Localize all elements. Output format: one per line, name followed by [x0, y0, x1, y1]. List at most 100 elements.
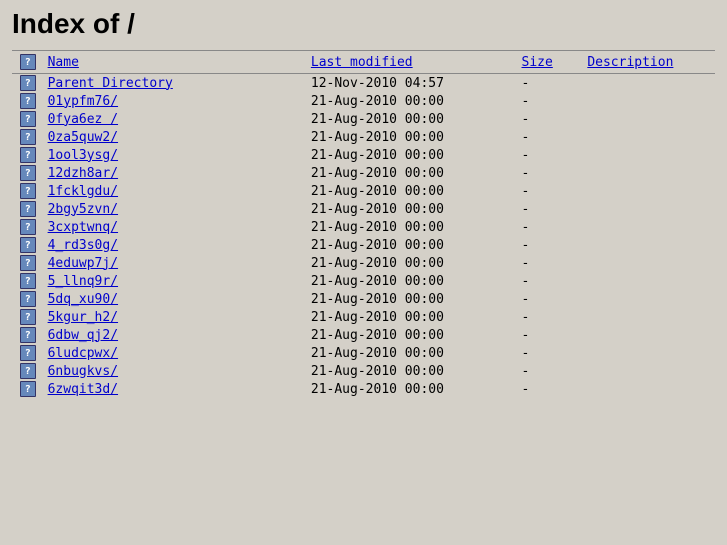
- folder-icon: ?: [20, 129, 36, 145]
- folder-icon: ?: [20, 183, 36, 199]
- table-row: ? 0za5quw2/21-Aug-2010 00:00-: [12, 128, 715, 146]
- col-header-name[interactable]: Name: [44, 51, 307, 74]
- sort-size-link[interactable]: Size: [522, 55, 553, 70]
- folder-icon: ?: [20, 381, 36, 397]
- row-modified: 21-Aug-2010 00:00: [307, 290, 518, 308]
- header-icon-cell: ?: [12, 51, 44, 74]
- row-icon-cell: ?: [12, 182, 44, 200]
- row-size: -: [518, 380, 584, 398]
- row-name[interactable]: 0za5quw2/: [44, 128, 307, 146]
- row-name[interactable]: 0fya6ez /: [44, 110, 307, 128]
- row-size: -: [518, 290, 584, 308]
- row-name[interactable]: Parent Directory: [44, 74, 307, 93]
- folder-icon: ?: [20, 237, 36, 253]
- row-size: -: [518, 236, 584, 254]
- file-link[interactable]: 12dzh8ar/: [48, 166, 118, 181]
- row-modified: 21-Aug-2010 00:00: [307, 200, 518, 218]
- row-name[interactable]: 12dzh8ar/: [44, 164, 307, 182]
- row-icon-cell: ?: [12, 110, 44, 128]
- folder-icon: ?: [20, 327, 36, 343]
- header-icon: ?: [20, 54, 36, 70]
- row-modified: 21-Aug-2010 00:00: [307, 164, 518, 182]
- row-modified: 21-Aug-2010 00:00: [307, 218, 518, 236]
- folder-icon: ?: [20, 93, 36, 109]
- file-link[interactable]: 0za5quw2/: [48, 130, 118, 145]
- file-link[interactable]: 6ludcpwx/: [48, 346, 118, 361]
- row-description: [583, 308, 715, 326]
- row-name[interactable]: 1ool3ysg/: [44, 146, 307, 164]
- row-size: -: [518, 128, 584, 146]
- row-name[interactable]: 6ludcpwx/: [44, 344, 307, 362]
- folder-icon: ?: [20, 345, 36, 361]
- table-row: ?1fcklgdu/21-Aug-2010 00:00-: [12, 182, 715, 200]
- file-link[interactable]: Parent Directory: [48, 76, 173, 91]
- file-link[interactable]: 01ypfm76/: [48, 94, 118, 109]
- file-link[interactable]: 2bgy5zvn/: [48, 202, 118, 217]
- row-name[interactable]: 2bgy5zvn/: [44, 200, 307, 218]
- row-description: [583, 326, 715, 344]
- row-icon-cell: ?: [12, 164, 44, 182]
- row-size: -: [518, 200, 584, 218]
- row-description: [583, 128, 715, 146]
- sort-modified-link[interactable]: Last modified: [311, 55, 413, 70]
- row-name[interactable]: 6nbugkvs/: [44, 362, 307, 380]
- row-modified: 21-Aug-2010 00:00: [307, 272, 518, 290]
- file-link[interactable]: 5_llnq9r/: [48, 274, 118, 289]
- row-size: -: [518, 110, 584, 128]
- col-header-size[interactable]: Size: [518, 51, 584, 74]
- row-name[interactable]: 4eduwp7j/: [44, 254, 307, 272]
- file-link[interactable]: 3cxptwnq/: [48, 220, 118, 235]
- file-link[interactable]: 0fya6ez /: [48, 112, 118, 127]
- sort-desc-link[interactable]: Description: [587, 55, 673, 70]
- file-link[interactable]: 6nbugkvs/: [48, 364, 118, 379]
- col-header-description[interactable]: Description: [583, 51, 715, 74]
- row-name[interactable]: 4_rd3s0g/: [44, 236, 307, 254]
- row-modified: 21-Aug-2010 00:00: [307, 326, 518, 344]
- table-row: ? 6zwqit3d/21-Aug-2010 00:00-: [12, 380, 715, 398]
- table-row: ?5dq_xu90/21-Aug-2010 00:00-: [12, 290, 715, 308]
- file-link[interactable]: 1fcklgdu/: [48, 184, 118, 199]
- row-description: [583, 290, 715, 308]
- row-size: -: [518, 272, 584, 290]
- row-name[interactable]: 01ypfm76/: [44, 92, 307, 110]
- row-description: [583, 218, 715, 236]
- row-icon-cell: ?: [12, 380, 44, 398]
- table-row: ?5kgur_h2/21-Aug-2010 00:00-: [12, 308, 715, 326]
- row-size: -: [518, 326, 584, 344]
- row-modified: 21-Aug-2010 00:00: [307, 128, 518, 146]
- file-link[interactable]: 6zwqit3d/: [48, 382, 118, 397]
- file-link[interactable]: 6dbw_qj2/: [48, 328, 118, 343]
- folder-icon: ?: [20, 309, 36, 325]
- table-row: ? 6dbw_qj2/21-Aug-2010 00:00-: [12, 326, 715, 344]
- col-header-modified[interactable]: Last modified: [307, 51, 518, 74]
- row-name[interactable]: 6zwqit3d/: [44, 380, 307, 398]
- row-modified: 21-Aug-2010 00:00: [307, 236, 518, 254]
- file-link[interactable]: 5kgur_h2/: [48, 310, 118, 325]
- row-name[interactable]: 3cxptwnq/: [44, 218, 307, 236]
- row-description: [583, 110, 715, 128]
- row-icon-cell: ?: [12, 92, 44, 110]
- file-link[interactable]: 4eduwp7j/: [48, 256, 118, 271]
- row-icon-cell: ?: [12, 74, 44, 93]
- row-name[interactable]: 6dbw_qj2/: [44, 326, 307, 344]
- row-icon-cell: ?: [12, 218, 44, 236]
- row-description: [583, 146, 715, 164]
- sort-name-link[interactable]: Name: [48, 55, 79, 70]
- file-link[interactable]: 1ool3ysg/: [48, 148, 118, 163]
- folder-icon: ?: [20, 219, 36, 235]
- row-name[interactable]: 5kgur_h2/: [44, 308, 307, 326]
- file-link[interactable]: 5dq_xu90/: [48, 292, 118, 307]
- row-size: -: [518, 74, 584, 93]
- row-icon-cell: ?: [12, 344, 44, 362]
- row-name[interactable]: 1fcklgdu/: [44, 182, 307, 200]
- row-modified: 21-Aug-2010 00:00: [307, 380, 518, 398]
- folder-icon: ?: [20, 75, 36, 91]
- row-name[interactable]: 5_llnq9r/: [44, 272, 307, 290]
- row-modified: 21-Aug-2010 00:00: [307, 110, 518, 128]
- file-link[interactable]: 4_rd3s0g/: [48, 238, 118, 253]
- row-name[interactable]: 5dq_xu90/: [44, 290, 307, 308]
- table-row: ? 4_rd3s0g/21-Aug-2010 00:00-: [12, 236, 715, 254]
- row-description: [583, 254, 715, 272]
- row-description: [583, 236, 715, 254]
- row-description: [583, 200, 715, 218]
